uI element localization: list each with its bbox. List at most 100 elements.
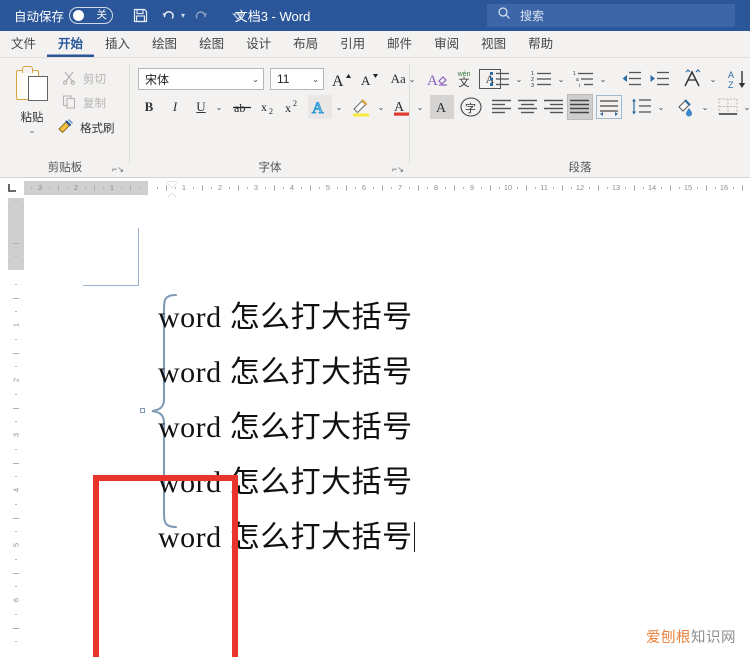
ruler-tick <box>661 187 662 189</box>
align-left-icon[interactable] <box>490 96 514 118</box>
decrease-indent-icon[interactable] <box>620 68 644 90</box>
numbering-caret-icon[interactable]: ⌄ <box>554 68 568 90</box>
text-effects-caret-icon[interactable]: ⌄ <box>332 96 346 118</box>
copy-button[interactable]: 复制 <box>62 94 106 112</box>
document-canvas[interactable]: word 怎么打大括号 word 怎么打大括号 word 怎么打大括号 word 怎么… <box>24 198 750 657</box>
paste-button[interactable]: 粘贴 ⌄ <box>8 66 56 142</box>
cut-button[interactable]: 剪切 <box>62 70 106 88</box>
ruler-tick <box>634 185 635 191</box>
underline-caret-icon[interactable]: ⌄ <box>212 96 226 118</box>
format-painter-button[interactable]: 格式刷 <box>57 118 115 137</box>
vertical-ruler[interactable]: 1 2 3 4 5 6 <box>8 198 24 657</box>
vertical-ruler-number: 5 <box>11 542 21 548</box>
shape-handle-left[interactable] <box>140 408 145 413</box>
strikethrough-icon[interactable]: ab <box>230 96 254 118</box>
font-dialog-launcher[interactable]: ⌐↘ <box>392 164 404 174</box>
undo-icon[interactable] <box>156 4 182 28</box>
text-effects-icon[interactable]: A <box>308 95 332 119</box>
paragraph-group-label: 段落 <box>568 162 592 174</box>
autosave-toggle[interactable]: 关 <box>69 7 114 24</box>
tab-help[interactable]: 帮助 <box>517 32 564 57</box>
tab-design[interactable]: 设计 <box>235 32 282 57</box>
horizontal-ruler[interactable]: 3 2 1 1 2 3 4 5 6 7 8 9 10 11 12 13 14 15 16 <box>0 178 750 199</box>
first-line-indent-marker[interactable] <box>167 182 177 188</box>
ruler-tick <box>481 187 482 189</box>
ruler-tick <box>265 187 266 189</box>
vertical-ruler-tick <box>15 311 17 313</box>
multilevel-caret-icon[interactable]: ⌄ <box>596 68 610 90</box>
bullet-list-icon[interactable] <box>488 68 512 90</box>
tab-file[interactable]: 文件 <box>0 32 47 57</box>
align-right-icon[interactable] <box>542 96 566 118</box>
redo-icon[interactable] <box>188 4 214 28</box>
tab-draw-2[interactable]: 绘图 <box>188 32 235 57</box>
borders-icon[interactable] <box>716 96 740 118</box>
ruler-number: 3 <box>37 183 43 192</box>
vertical-ruler-tick <box>15 256 17 258</box>
text-highlight-icon[interactable] <box>350 96 374 118</box>
ruler-tick <box>553 187 554 189</box>
undo-dropdown-caret[interactable]: ▾ <box>181 11 185 20</box>
paragraph-marks-caret-icon[interactable]: ⌄ <box>706 68 720 90</box>
bold-icon[interactable]: B <box>138 96 160 118</box>
font-size-caret-icon[interactable]: ⌄ <box>312 75 319 84</box>
vertical-ruler-tick <box>15 531 17 533</box>
tab-review[interactable]: 审阅 <box>423 32 470 57</box>
shading-caret-icon[interactable]: ⌄ <box>698 96 712 118</box>
italic-label: I <box>172 99 178 114</box>
shrink-font-icon[interactable]: A <box>358 68 382 90</box>
increase-indent-icon[interactable] <box>648 68 672 90</box>
numbered-list-icon[interactable]: 1 2 3 <box>530 68 554 90</box>
distribute-text-icon[interactable] <box>596 95 622 119</box>
subscript-icon[interactable]: x 2 <box>258 96 280 118</box>
font-name-value: 宋体 <box>145 72 170 87</box>
tab-references[interactable]: 引用 <box>329 32 376 57</box>
watermark-gray-text: 知识网 <box>691 630 736 646</box>
left-gutter <box>0 198 8 657</box>
show-paragraph-marks-icon[interactable] <box>680 68 706 90</box>
ruler-tick <box>193 187 194 189</box>
tab-stop-left-icon[interactable] <box>0 178 24 198</box>
clipboard-dialog-launcher[interactable]: ⌐↘ <box>112 164 124 174</box>
document-line[interactable]: word 怎么打大括号 <box>158 290 638 345</box>
vertical-ruler-tick <box>15 393 17 395</box>
save-icon[interactable] <box>127 4 153 28</box>
shading-icon[interactable] <box>674 96 698 118</box>
multilevel-list-icon[interactable]: 1 a i <box>572 68 596 90</box>
svg-text:2: 2 <box>293 99 297 108</box>
ruler-tick <box>706 185 707 191</box>
bullets-caret-icon[interactable]: ⌄ <box>512 68 526 90</box>
tab-mailings[interactable]: 邮件 <box>376 32 423 57</box>
borders-caret-icon[interactable]: ⌄ <box>740 96 750 118</box>
tab-draw[interactable]: 绘图 <box>141 32 188 57</box>
superscript-icon[interactable]: x 2 <box>282 96 304 118</box>
ruler-track[interactable]: 3 2 1 1 2 3 4 5 6 7 8 9 10 11 12 13 14 15 16 <box>24 181 750 199</box>
line-spacing-caret-icon[interactable]: ⌄ <box>654 96 668 118</box>
tab-layout[interactable]: 布局 <box>282 32 329 57</box>
sort-icon[interactable]: A Z <box>726 67 750 91</box>
line-spacing-icon[interactable] <box>630 96 654 118</box>
customize-qat-icon[interactable] <box>225 4 251 28</box>
tab-insert[interactable]: 插入 <box>94 32 141 57</box>
vertical-ruler-tick <box>13 572 19 574</box>
paste-dropdown-caret[interactable]: ⌄ <box>29 126 36 135</box>
document-line[interactable]: word 怎么打大括号 <box>158 345 638 400</box>
document-page[interactable]: word 怎么打大括号 word 怎么打大括号 word 怎么打大括号 word 怎么… <box>38 198 750 657</box>
underline-icon[interactable]: U <box>190 96 212 118</box>
tab-view[interactable]: 视图 <box>470 32 517 57</box>
italic-icon[interactable]: I <box>164 96 186 118</box>
ruler-number: 3 <box>253 183 259 192</box>
highlight-caret-icon[interactable]: ⌄ <box>374 96 388 118</box>
align-center-icon[interactable] <box>516 96 540 118</box>
font-name-combobox[interactable]: 宋体 ⌄ <box>138 68 264 90</box>
ruler-number: 14 <box>647 183 657 192</box>
document-line[interactable]: word 怎么打大括号 <box>158 400 638 455</box>
search-input[interactable]: 搜索 <box>487 4 735 27</box>
font-name-caret-icon[interactable]: ⌄ <box>252 75 259 84</box>
justify-icon[interactable] <box>567 94 593 120</box>
autosave-control[interactable]: 自动保存 关 <box>14 6 114 25</box>
ruler-tick <box>301 187 302 189</box>
grow-font-icon[interactable]: A <box>330 68 354 90</box>
tab-home[interactable]: 开始 <box>47 32 94 57</box>
font-size-combobox[interactable]: 11 ⌄ <box>270 68 324 90</box>
